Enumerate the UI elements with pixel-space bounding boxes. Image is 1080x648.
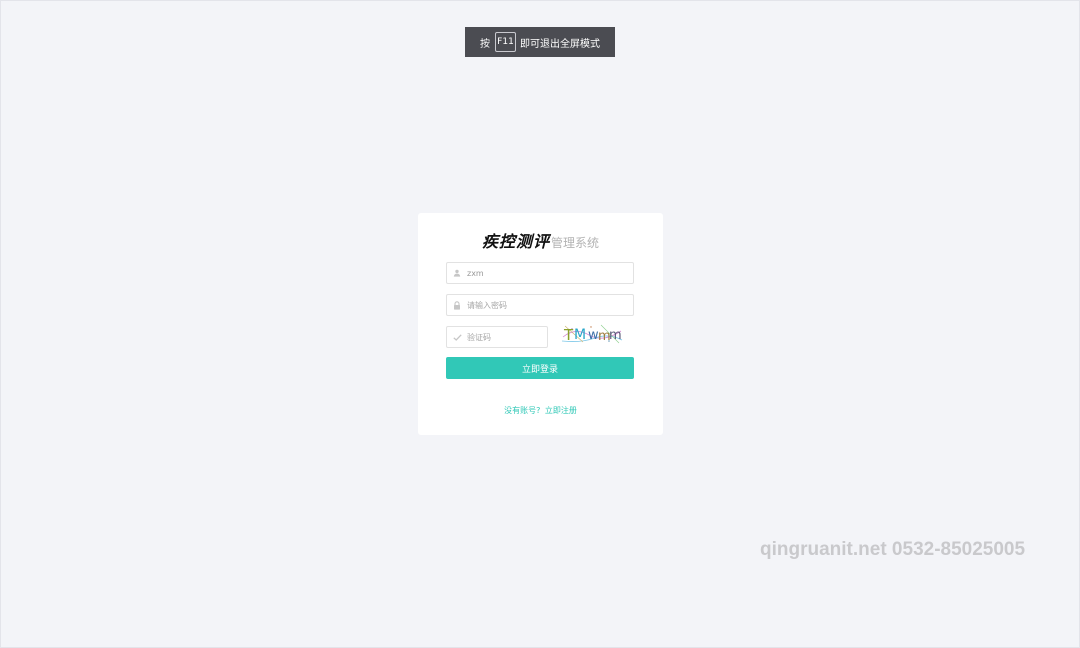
captcha-field[interactable] — [446, 326, 548, 348]
password-field[interactable] — [446, 294, 634, 316]
username-input[interactable] — [467, 268, 633, 278]
captcha-image[interactable]: T M w m m — [561, 323, 623, 345]
f11-key-badge: F11 — [495, 32, 516, 52]
register-action[interactable]: 立即注册 — [545, 406, 577, 415]
login-card: 疾控测评管理系统 zxm 验证码 T M w m m 立即登录 没有账号? 立即… — [418, 213, 663, 435]
register-prefix[interactable]: 没有账号? — [504, 406, 540, 415]
check-icon — [447, 327, 467, 347]
lock-icon — [447, 295, 467, 315]
register-link[interactable]: 没有账号? 立即注册 — [418, 405, 663, 416]
svg-text:M: M — [574, 327, 586, 343]
brand-subtitle: 管理系统 — [551, 236, 600, 250]
svg-text:m: m — [609, 328, 622, 343]
fullscreen-hint: 按 F11 即可退出全屏模式 — [465, 27, 615, 57]
login-button[interactable]: 立即登录 — [446, 357, 634, 379]
svg-text:T: T — [563, 326, 574, 344]
fullscreen-hint-suffix: 即可退出全屏模式 — [520, 38, 600, 50]
brand-name: 疾控测评 — [481, 232, 550, 251]
captcha-input[interactable] — [467, 332, 547, 342]
username-field[interactable] — [446, 262, 634, 284]
password-input[interactable] — [467, 300, 633, 310]
login-title: 疾控测评管理系统 — [418, 231, 663, 253]
fullscreen-hint-prefix: 按 — [480, 38, 490, 50]
user-icon — [447, 263, 467, 283]
watermark: qingruanit.net 0532-85025005 — [760, 539, 1026, 560]
